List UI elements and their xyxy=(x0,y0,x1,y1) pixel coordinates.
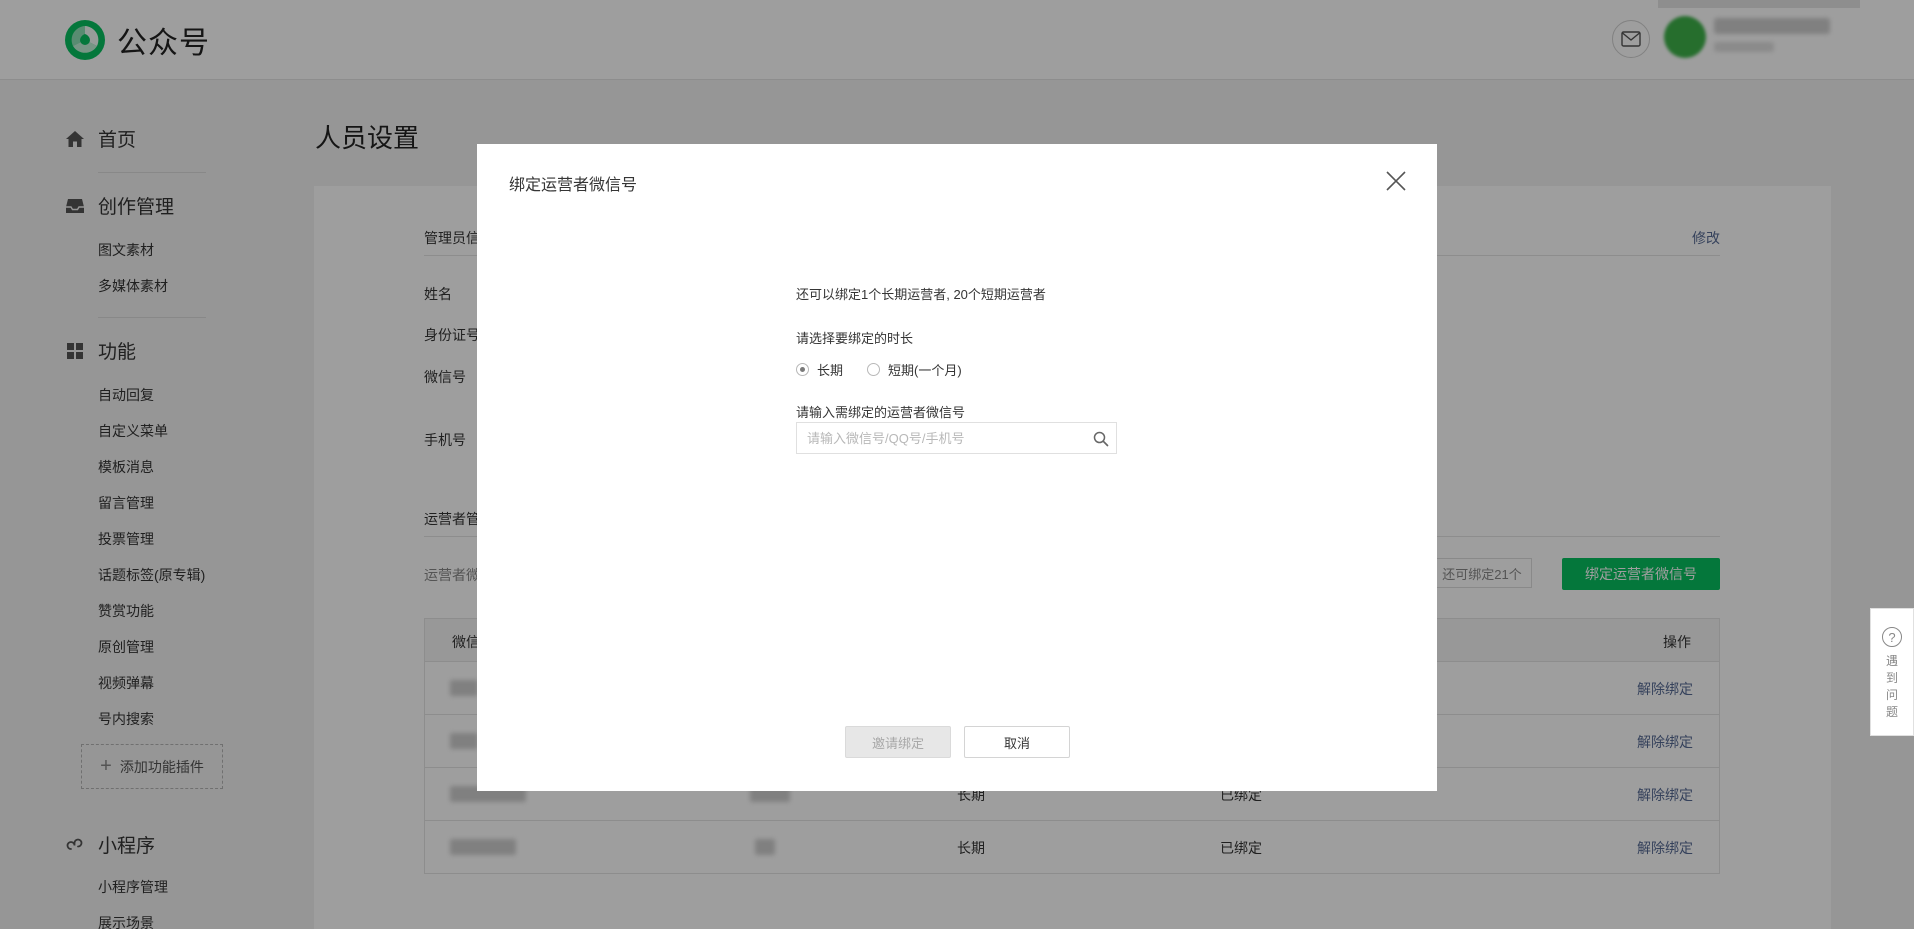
invite-bind-button[interactable]: 邀请绑定 xyxy=(845,726,951,758)
input-label: 请输入需绑定的运营者微信号 xyxy=(796,405,966,420)
cancel-button[interactable]: 取消 xyxy=(964,726,1070,758)
quota-text: 还可以绑定1个长期运营者, 20个短期运营者 xyxy=(796,287,1046,302)
close-icon xyxy=(1386,171,1406,191)
dialog-title: 绑定运营者微信号 xyxy=(509,177,638,194)
question-icon: ? xyxy=(1882,627,1902,647)
help-float-button[interactable]: ? 遇到问题 xyxy=(1870,608,1914,736)
search-icon[interactable] xyxy=(1093,431,1109,447)
help-text: 遇到问题 xyxy=(1885,654,1898,719)
operator-search-input[interactable] xyxy=(797,423,1087,453)
radio-long-term-label[interactable]: 长期 xyxy=(817,360,843,379)
operator-search-field[interactable] xyxy=(796,422,1117,454)
duration-radio-group: 长期 短期(一个月) xyxy=(796,360,986,379)
close-button[interactable] xyxy=(1383,168,1409,194)
bind-operator-dialog: 绑定运营者微信号 还可以绑定1个长期运营者, 20个短期运营者 请选择要绑定的时… xyxy=(477,144,1437,791)
duration-label: 请选择要绑定的时长 xyxy=(796,331,914,346)
radio-short-term[interactable] xyxy=(867,363,881,376)
radio-long-term[interactable] xyxy=(796,363,809,376)
radio-short-term-label[interactable]: 短期(一个月) xyxy=(888,360,962,379)
